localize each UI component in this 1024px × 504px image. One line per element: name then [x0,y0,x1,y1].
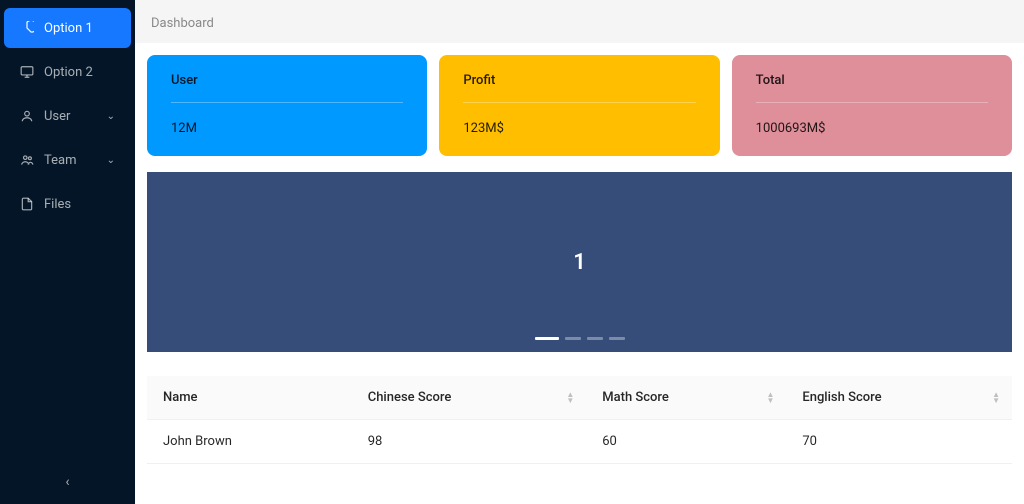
stat-card-title: Profit [463,73,695,103]
breadcrumb-item: Dashboard [151,16,214,31]
sort-icon[interactable]: ▲▼ [992,392,1000,404]
stat-card-total: Total 1000693M$ [732,55,1012,156]
sidebar: Option 1 Option 2 User ⌄ Team ⌄ [0,0,135,504]
chevron-left-icon: ‹ [65,474,69,490]
cell-math: 60 [586,420,786,464]
score-table: Name Chinese Score ▲▼ Math Score ▲▼ Englis… [147,376,1012,464]
sidebar-item-team[interactable]: Team ⌄ [4,140,131,180]
carousel-dot[interactable] [587,337,603,340]
stat-card-value: 1000693M$ [756,121,988,136]
column-label: Name [163,390,198,405]
sidebar-item-label: Option 1 [44,21,93,36]
main-content: Dashboard User 12M Profit 123M$ Total 10… [135,0,1024,504]
stat-card-value: 123M$ [463,121,695,136]
cell-english: 70 [786,420,1012,464]
cell-name: John Brown [147,420,352,464]
column-header-math[interactable]: Math Score ▲▼ [586,376,786,420]
sidebar-item-option1[interactable]: Option 1 [4,8,131,48]
stat-card-value: 12M [171,121,403,136]
column-header-chinese[interactable]: Chinese Score ▲▼ [352,376,587,420]
carousel-slide-number: 1 [573,250,586,275]
user-icon [20,109,34,123]
chevron-down-icon: ⌄ [107,155,115,166]
carousel[interactable]: 1 [147,172,1012,352]
pie-chart-icon [20,21,34,35]
sidebar-menu: Option 1 Option 2 User ⌄ Team ⌄ [0,0,135,460]
sidebar-item-label: Option 2 [44,65,93,80]
chevron-down-icon: ⌄ [107,111,115,122]
column-label: English Score [802,390,881,405]
column-header-name[interactable]: Name [147,376,352,420]
carousel-dot[interactable] [609,337,625,340]
carousel-dot[interactable] [565,337,581,340]
content-area: User 12M Profit 123M$ Total 1000693M$ 1 [135,43,1024,504]
cell-chinese: 98 [352,420,587,464]
sidebar-item-label: Team [44,153,77,168]
sidebar-item-label: Files [44,197,71,212]
stat-card-user: User 12M [147,55,427,156]
column-label: Math Score [602,390,669,405]
column-header-english[interactable]: English Score ▲▼ [786,376,1012,420]
file-icon [20,197,34,211]
breadcrumb: Dashboard [135,0,1024,43]
sidebar-item-label: User [44,109,70,124]
team-icon [20,153,34,167]
column-label: Chinese Score [368,390,452,405]
sidebar-item-files[interactable]: Files [4,184,131,224]
table-row: John Brown 98 60 70 [147,420,1012,464]
stat-cards: User 12M Profit 123M$ Total 1000693M$ [147,55,1012,156]
sidebar-item-user[interactable]: User ⌄ [4,96,131,136]
carousel-dot[interactable] [535,337,559,340]
stat-card-title: User [171,73,403,103]
sort-icon[interactable]: ▲▼ [766,392,774,404]
sort-icon[interactable]: ▲▼ [566,392,574,404]
stat-card-profit: Profit 123M$ [439,55,719,156]
sidebar-item-option2[interactable]: Option 2 [4,52,131,92]
desktop-icon [20,65,34,79]
sidebar-collapse-button[interactable]: ‹ [0,460,135,504]
carousel-dots [535,337,625,340]
stat-card-title: Total [756,73,988,103]
